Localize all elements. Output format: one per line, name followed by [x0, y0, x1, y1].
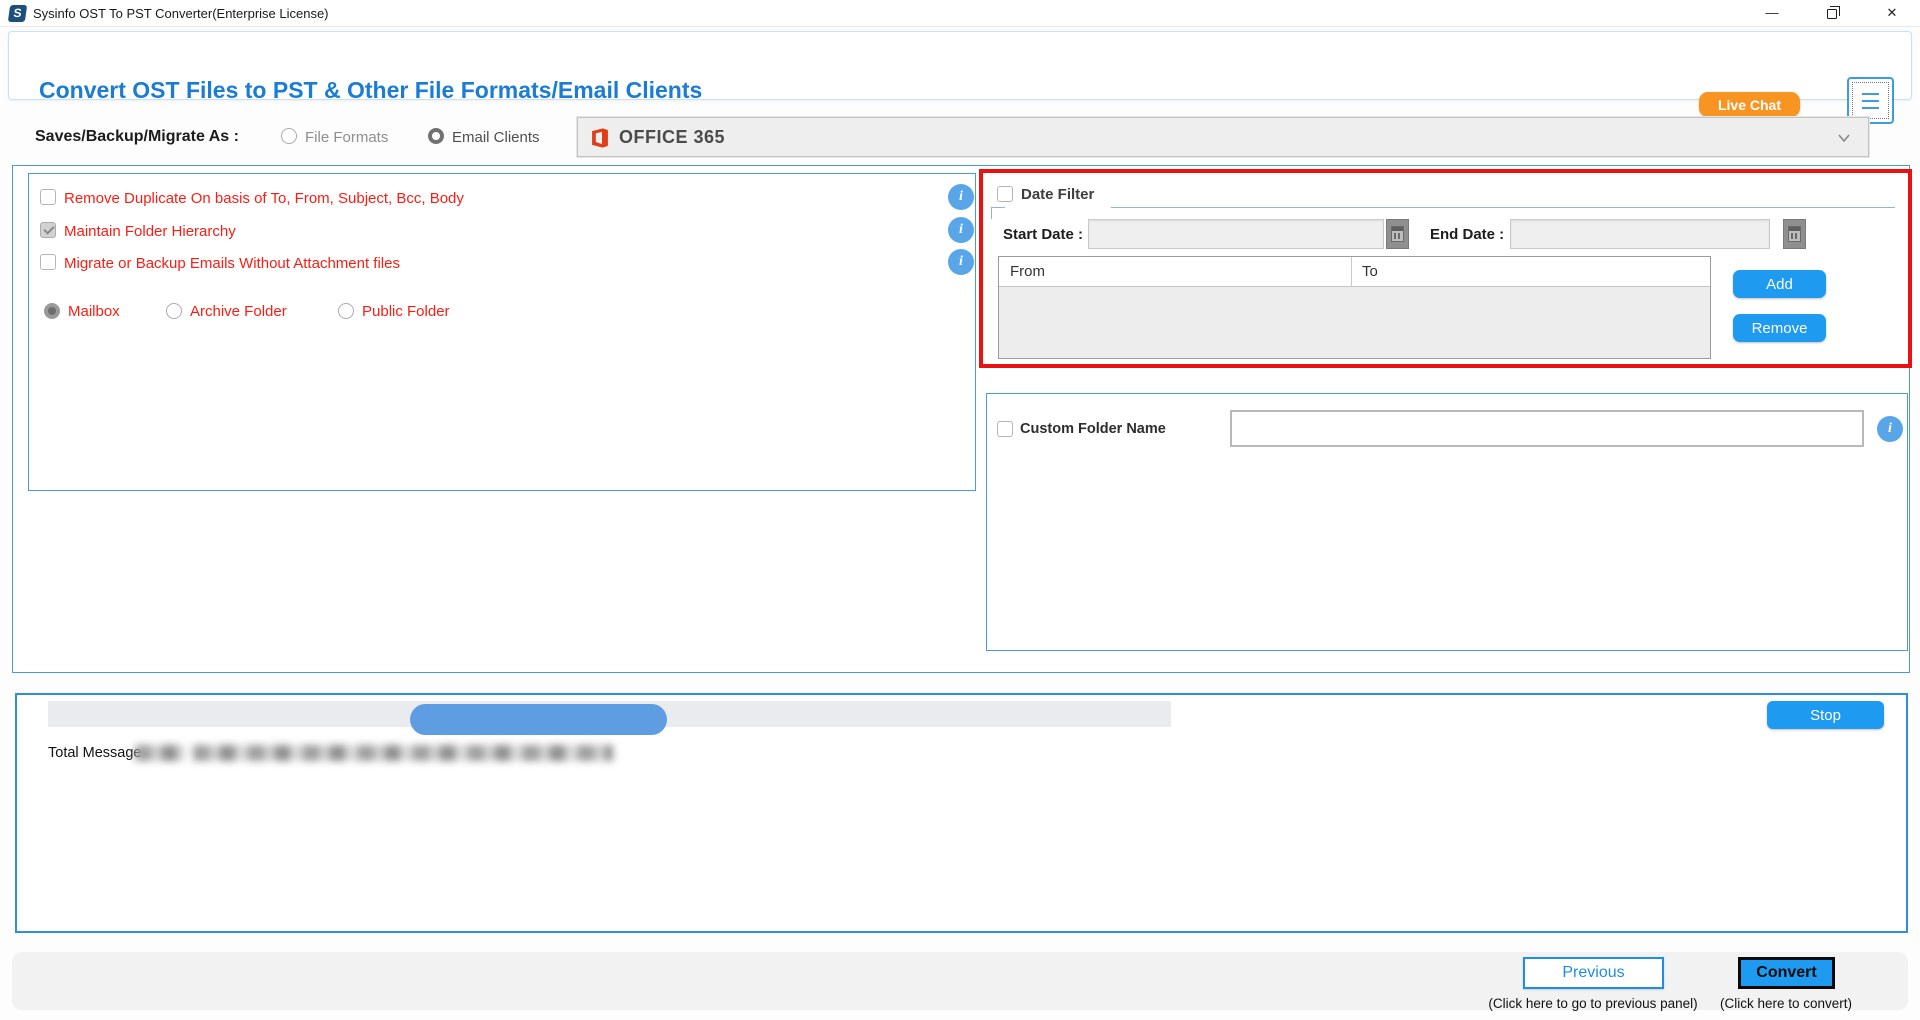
- table-header: From To: [999, 257, 1710, 287]
- radio-public-folder[interactable]: [338, 303, 354, 319]
- remove-button[interactable]: Remove: [1733, 314, 1826, 342]
- header: Convert OST Files to PST & Other File Fo…: [8, 31, 1912, 124]
- app-window: S Sysinfo OST To PST Converter(Enterpris…: [0, 0, 1920, 1020]
- minimize-icon[interactable]: —: [1749, 0, 1795, 27]
- radio-mailbox[interactable]: [44, 303, 60, 319]
- start-date-label: Start Date :: [1003, 226, 1084, 243]
- maximize-icon[interactable]: [1809, 0, 1855, 27]
- radio-email-clients-label[interactable]: Email Clients: [452, 129, 540, 146]
- chevron-down-icon: [1838, 134, 1850, 143]
- info-icon[interactable]: i: [1877, 416, 1903, 442]
- column-divider: [1351, 257, 1352, 287]
- custom-folder-panel: Custom Folder Name i: [986, 393, 1908, 651]
- groupbox-line: [1111, 207, 1895, 208]
- total-message-label: Total Message: [48, 745, 142, 761]
- radio-email-clients[interactable]: [428, 128, 444, 144]
- checkbox-without-attachments[interactable]: [40, 254, 56, 270]
- radio-archive-folder[interactable]: [166, 303, 182, 319]
- date-range-table[interactable]: From To: [998, 256, 1711, 359]
- calendar-icon[interactable]: [1386, 219, 1409, 249]
- radio-file-formats[interactable]: [281, 128, 297, 144]
- checkbox-date-filter[interactable]: [997, 186, 1013, 202]
- save-as-label: Saves/Backup/Migrate As :: [35, 128, 239, 145]
- previous-button[interactable]: Previous: [1523, 957, 1664, 989]
- date-filter-panel: Date Filter Start Date : End Date : From…: [979, 169, 1912, 368]
- checkbox-remove-duplicate-label[interactable]: Remove Duplicate On basis of To, From, S…: [64, 189, 464, 207]
- convert-button[interactable]: Convert: [1738, 957, 1835, 989]
- info-icon[interactable]: i: [948, 249, 974, 275]
- start-date-input[interactable]: [1088, 219, 1384, 249]
- live-chat-button[interactable]: Live Chat: [1699, 92, 1800, 117]
- calendar-icon[interactable]: [1783, 219, 1806, 249]
- radio-file-formats-label[interactable]: File Formats: [305, 129, 388, 146]
- date-filter-title: Date Filter: [1021, 186, 1095, 203]
- info-icon[interactable]: i: [948, 184, 974, 210]
- app-logo-icon: S: [7, 5, 28, 22]
- progress-bar-track: [48, 701, 1171, 735]
- progress-panel: Stop Total Message: [15, 693, 1908, 933]
- radio-mailbox-label[interactable]: Mailbox: [68, 303, 120, 320]
- stop-button[interactable]: Stop: [1767, 701, 1884, 729]
- close-icon[interactable]: ✕: [1869, 0, 1915, 27]
- hamburger-icon: [1862, 93, 1879, 95]
- checkbox-maintain-hierarchy[interactable]: [40, 222, 56, 238]
- checkbox-maintain-hierarchy-label[interactable]: Maintain Folder Hierarchy: [64, 222, 236, 240]
- title-bar: S Sysinfo OST To PST Converter(Enterpris…: [0, 0, 1920, 27]
- window-title: Sysinfo OST To PST Converter(Enterprise …: [33, 6, 329, 21]
- end-date-input[interactable]: [1510, 219, 1770, 249]
- conversion-options-panel: Remove Duplicate On basis of To, From, S…: [28, 173, 976, 491]
- checkbox-without-attachments-label[interactable]: Migrate or Backup Emails Without Attachm…: [64, 254, 400, 272]
- radio-public-folder-label[interactable]: Public Folder: [362, 303, 450, 320]
- column-header-from: From: [1010, 263, 1045, 280]
- end-date-label: End Date :: [1430, 226, 1505, 243]
- checkbox-custom-folder[interactable]: [997, 421, 1013, 437]
- convert-caption: (Click here to convert): [1719, 996, 1853, 1011]
- progress-bar-indicator: [410, 704, 667, 735]
- radio-archive-folder-label[interactable]: Archive Folder: [190, 303, 287, 320]
- info-icon[interactable]: i: [948, 217, 974, 243]
- column-header-to: To: [1362, 263, 1378, 280]
- custom-folder-label: Custom Folder Name: [1020, 421, 1166, 437]
- previous-caption: (Click here to go to previous panel): [1488, 996, 1698, 1011]
- redacted-text: [193, 745, 613, 761]
- office-365-icon: [592, 128, 608, 148]
- page-title: Convert OST Files to PST & Other File Fo…: [39, 77, 703, 103]
- main-content-panel: Remove Duplicate On basis of To, From, S…: [12, 165, 1912, 673]
- redacted-text: [135, 745, 185, 761]
- target-client-dropdown[interactable]: OFFICE 365: [577, 117, 1869, 157]
- checkbox-remove-duplicate[interactable]: [40, 189, 56, 205]
- add-button[interactable]: Add: [1733, 270, 1826, 298]
- dropdown-value: OFFICE 365: [619, 127, 726, 147]
- custom-folder-input[interactable]: [1230, 410, 1864, 447]
